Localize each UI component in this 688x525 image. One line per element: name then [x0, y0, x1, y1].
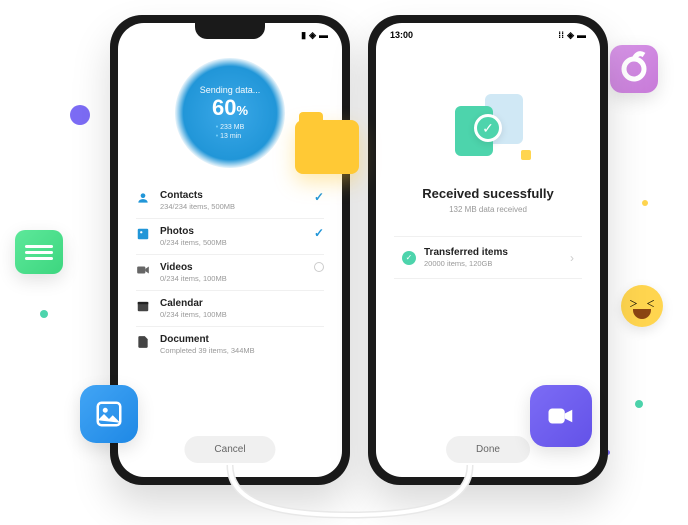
stat-time: 13 min [216, 132, 245, 141]
cancel-button[interactable]: Cancel [184, 436, 275, 463]
calendar-icon [136, 299, 150, 313]
signal-icon: ⁞⁞ [558, 30, 564, 40]
signal-icon: ▮ [301, 30, 306, 41]
status-time: 13:00 [390, 30, 413, 40]
folder-icon [295, 120, 359, 174]
list-item[interactable]: DocumentCompleted 39 items, 344MB [136, 327, 324, 362]
list-item[interactable]: Videos0/234 items, 100MB [136, 255, 324, 291]
radio-unchecked [314, 262, 324, 272]
green-dot [40, 310, 48, 318]
transferred-items-row[interactable]: ✓ Transferred items20000 items, 120GB › [394, 236, 582, 279]
green-dot-2 [635, 400, 643, 408]
check-icon: ✓ [402, 251, 416, 265]
sending-label: Sending data... [200, 85, 261, 95]
list-item[interactable]: Contacts234/234 items, 500MB ✓ [136, 183, 324, 219]
percent-value: 60 [212, 95, 236, 120]
list-item[interactable]: Calendar0/234 items, 100MB [136, 291, 324, 327]
wifi-icon: ◈ [567, 30, 574, 41]
battery-icon: ▬ [577, 30, 586, 40]
list-item[interactable]: Photos0/234 items, 500MB ✓ [136, 219, 324, 255]
purple-dot [70, 105, 90, 125]
document-icon [136, 335, 150, 349]
status-bar: 13:00 ⁞⁞◈▬ [376, 23, 600, 43]
received-subtitle: 132 MB data received [376, 205, 600, 214]
music-icon [610, 45, 658, 93]
laugh-emoji-icon: ＞＜ [621, 285, 663, 327]
battery-icon: ▬ [319, 30, 328, 40]
yellow-dot [642, 200, 648, 206]
contact-icon [136, 191, 150, 205]
progress-circle: Sending data... 60% 233 MB 13 min [175, 58, 285, 168]
cable-illustration [160, 465, 540, 525]
video-icon [136, 263, 150, 277]
phone-sending: ▮◈▬ Sending data... 60% 233 MB 13 min Co… [110, 15, 350, 485]
wifi-icon: ◈ [309, 30, 316, 41]
done-button[interactable]: Done [446, 436, 530, 463]
transfer-list: Contacts234/234 items, 500MB ✓ Photos0/2… [118, 178, 342, 367]
check-icon: ✓ [314, 226, 324, 240]
chat-icon [15, 230, 63, 274]
video-app-icon [530, 385, 592, 447]
check-icon: ✓ [314, 190, 324, 204]
success-illustration: ✓ [443, 88, 533, 168]
image-icon [80, 385, 138, 443]
received-title: Received sucessfully [376, 186, 600, 201]
chevron-right-icon: › [570, 251, 574, 265]
stat-size: 233 MB [216, 123, 245, 132]
success-check-icon: ✓ [474, 114, 502, 142]
photo-icon [136, 227, 150, 241]
